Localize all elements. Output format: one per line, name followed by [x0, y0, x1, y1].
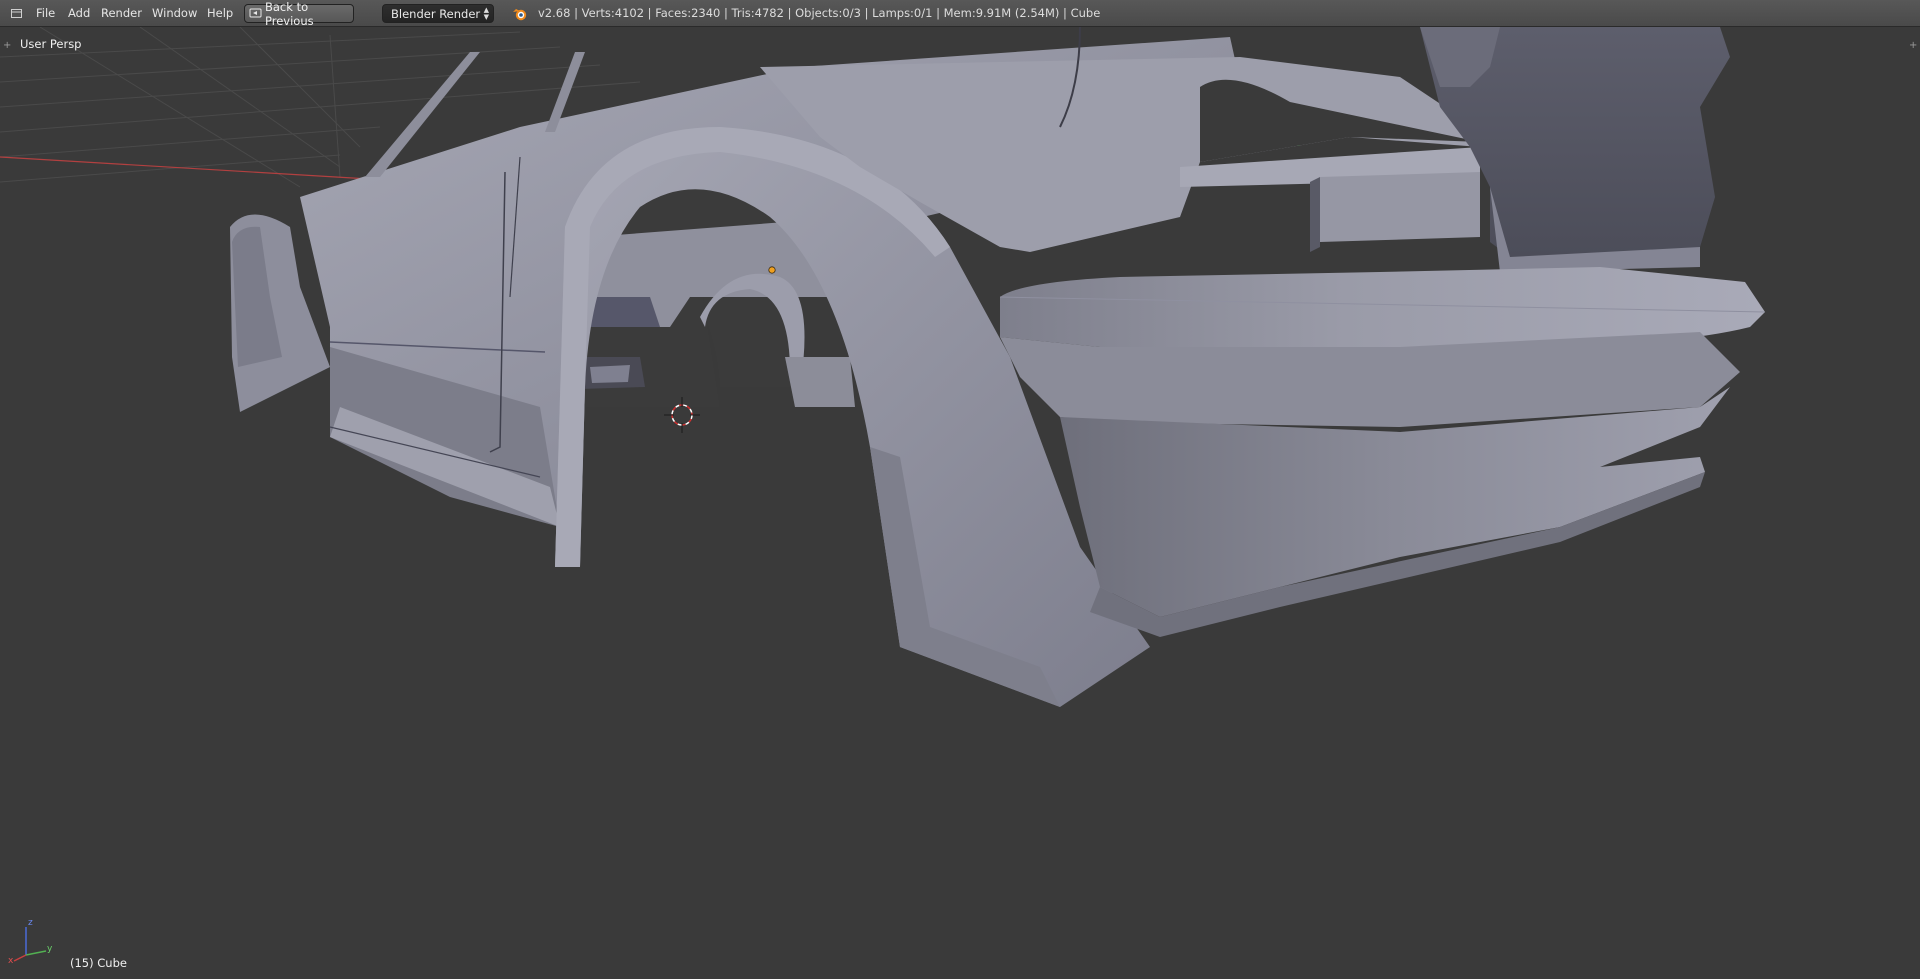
- axis-y-label: y: [47, 944, 53, 954]
- menu-render[interactable]: Render: [101, 6, 142, 21]
- updown-arrows-icon: ▲ ▼: [483, 6, 489, 21]
- menu-file[interactable]: File: [36, 6, 55, 21]
- menu-add[interactable]: Add: [68, 6, 90, 21]
- back-to-previous-label: Back to Previous: [265, 0, 314, 28]
- screen-back-icon: [249, 8, 262, 20]
- axis-gizmo-icon: z y x: [8, 918, 53, 965]
- x-axis-line: [0, 156, 421, 183]
- blender-logo-icon: [513, 9, 527, 21]
- editor-type-glyph: [11, 9, 22, 18]
- menu-window[interactable]: Window: [152, 6, 197, 21]
- region-toggle-right-icon[interactable]: +: [1909, 41, 1917, 51]
- region-toggle-left-icon[interactable]: +: [3, 41, 11, 51]
- 3d-viewport[interactable]: User Persp + + z y x (15) Cube: [0, 27, 1920, 979]
- view-label: User Persp: [20, 37, 82, 51]
- active-object-info: (15) Cube: [70, 956, 127, 970]
- menu-help[interactable]: Help: [207, 6, 233, 21]
- render-engine-value: Blender Render: [391, 6, 481, 21]
- back-to-previous-button[interactable]: Back to Previous: [244, 0, 354, 28]
- axis-z-label: z: [28, 918, 33, 928]
- header-bar: File Add Render Window Help Back to Prev…: [0, 0, 1920, 28]
- render-engine-select[interactable]: Blender Render ▲ ▼: [382, 4, 494, 23]
- 3d-cursor[interactable]: [662, 395, 702, 435]
- object-origin: [768, 266, 776, 274]
- scene-render: [0, 27, 1766, 707]
- editor-type-icon[interactable]: [9, 7, 24, 20]
- axis-x-label: x: [8, 956, 14, 965]
- scene-stats: v2.68 | Verts:4102 | Faces:2340 | Tris:4…: [538, 6, 1101, 20]
